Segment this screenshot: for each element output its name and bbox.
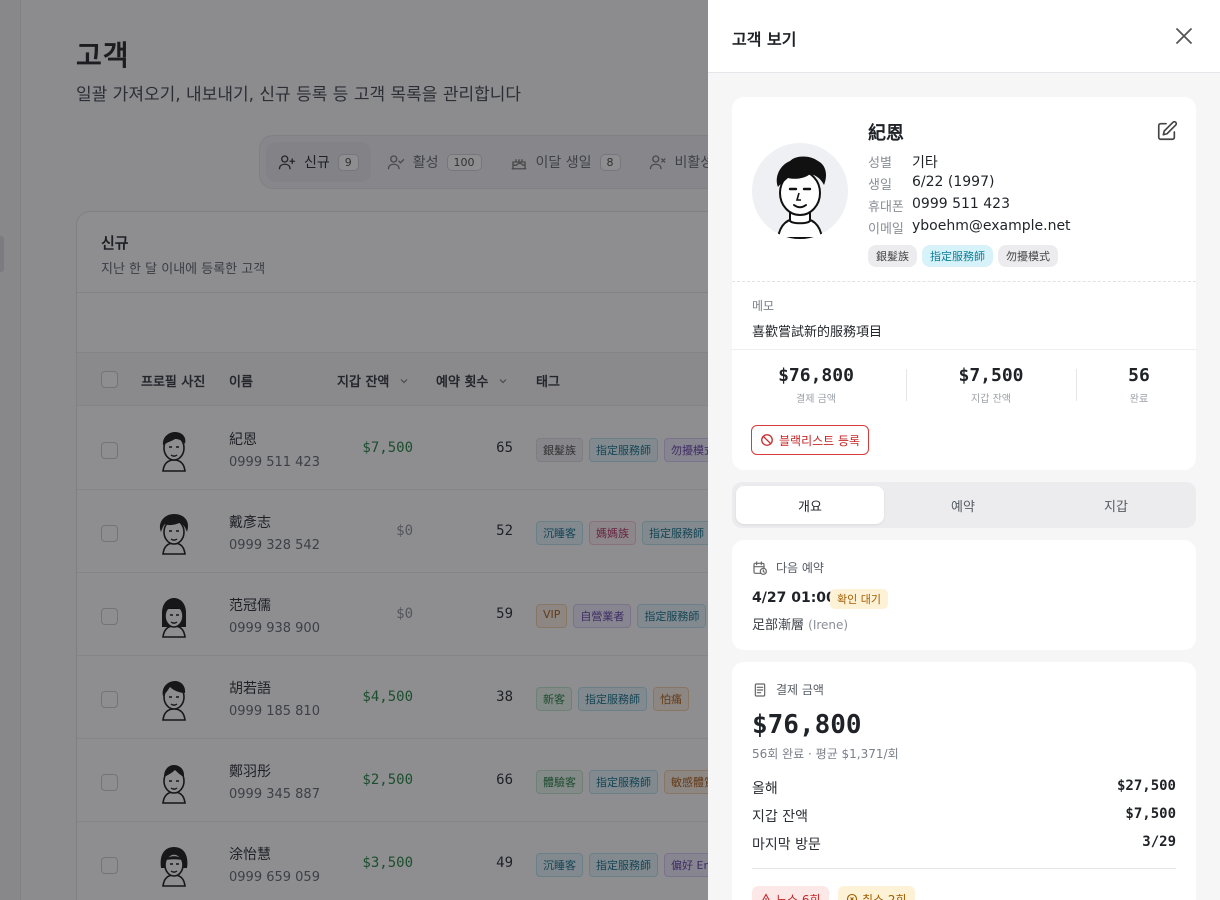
- section-title: 다음 예약: [776, 561, 824, 575]
- info-label: 생일: [868, 178, 892, 193]
- no-show-label: 노쇼 6회: [776, 892, 821, 900]
- info-label: 이메일: [868, 222, 904, 237]
- stat-value: 56: [1128, 365, 1150, 386]
- payment-row-wallet: 지갑 잔액 $7,500: [752, 806, 1176, 826]
- info-label: 성별: [868, 156, 892, 171]
- stat-label: 지갑 잔액: [971, 394, 1011, 405]
- cancel-label: 취소 2회: [862, 892, 907, 900]
- avatar: [752, 143, 848, 239]
- blacklist-label: 블랙리스트 등록: [779, 433, 861, 448]
- ban-icon: [761, 434, 773, 446]
- x-circle-icon: [846, 893, 858, 900]
- info-email: 이메일 yboehm@example.net: [868, 218, 1071, 237]
- tab-wallet[interactable]: 지갑: [1042, 486, 1190, 524]
- blacklist-button[interactable]: 블랙리스트 등록: [751, 425, 870, 455]
- row-label: 올해: [752, 781, 778, 797]
- tag: 銀髮族: [868, 245, 917, 267]
- appointment-service: 足部漸層 (Irene): [752, 614, 848, 633]
- warning-icon: [762, 893, 770, 900]
- no-show-badge: 노쇼 6회: [752, 886, 829, 900]
- cancel-badge: 취소 2회: [838, 886, 915, 900]
- info-value: 0999 511 423: [912, 196, 1010, 212]
- payment-card: 결제 금액 $76,800 56회 완료 · 평균 $1,371/회 올해 $2…: [732, 662, 1196, 900]
- next-appointment-card[interactable]: 다음 예약 4/27 01:00 확인 대기 足部漸層 (Irene): [732, 540, 1196, 650]
- stat-wallet: $7,500 지갑 잔액: [906, 365, 1076, 405]
- section-title: 결제 금액: [776, 683, 824, 697]
- edit-icon[interactable]: [1156, 120, 1178, 142]
- info-birthday: 생일 6/22 (1997): [868, 174, 994, 193]
- memo-label: 메모: [752, 299, 775, 313]
- info-phone: 휴대폰 0999 511 423: [868, 196, 1010, 215]
- drawer-title: 고객 보기: [732, 30, 797, 49]
- divider: [752, 868, 1176, 869]
- drawer-header: 고객 보기: [708, 0, 1220, 73]
- row-value: 3/29: [1142, 834, 1176, 850]
- stat-completed: 56 완료: [1076, 365, 1202, 405]
- info-gender: 성별 기타: [868, 152, 938, 172]
- service-name: 足部漸層: [752, 618, 805, 633]
- status-badge: 확인 대기: [830, 589, 888, 609]
- stat-label: 완료: [1129, 394, 1149, 405]
- info-value: 6/22 (1997): [912, 174, 995, 190]
- appointment-time: 4/27 01:00: [752, 590, 836, 606]
- memo-text: 喜歡嘗試新的服務項目: [752, 325, 883, 340]
- payment-row-year: 올해 $27,500: [752, 778, 1176, 798]
- divider: [732, 349, 1196, 350]
- customer-stats: $76,800 결제 금액 $7,500 지갑 잔액 56 완료: [732, 359, 1196, 405]
- stat-label: 결제 금액: [796, 394, 836, 405]
- drawer-tabs: 개요 예약 지갑: [732, 482, 1196, 528]
- modal-backdrop[interactable]: [0, 0, 708, 900]
- customer-name: 紀恩: [868, 123, 904, 144]
- payment-total: $76,800: [752, 710, 862, 740]
- customer-drawer: 고객 보기 紀恩 성별 기타 생일 6/22 (1997) 휴대폰 0999 5…: [708, 0, 1220, 900]
- tab-appointments[interactable]: 예약: [889, 486, 1037, 524]
- info-value: yboehm@example.net: [912, 218, 1071, 234]
- profile-card: 紀恩 성별 기타 생일 6/22 (1997) 휴대폰 0999 511 423…: [732, 97, 1196, 470]
- stat-paid: $76,800 결제 금액: [732, 365, 900, 405]
- row-value: $7,500: [1125, 806, 1176, 822]
- stat-value: $76,800: [778, 365, 854, 386]
- info-value: 기타: [912, 155, 938, 171]
- tab-overview[interactable]: 개요: [736, 486, 884, 524]
- customer-tags: 銀髮族 指定服務師 勿擾模式: [868, 245, 1058, 267]
- tag: 指定服務師: [922, 245, 993, 267]
- row-label: 마지막 방문: [752, 837, 821, 853]
- row-label: 지갑 잔액: [752, 809, 808, 825]
- row-value: $27,500: [1116, 778, 1176, 794]
- tag: 勿擾模式: [998, 245, 1058, 267]
- payment-row-last-visit: 마지막 방문 3/29: [752, 834, 1176, 854]
- section-heading: 다음 예약: [752, 559, 824, 576]
- divider: [732, 281, 1196, 282]
- receipt-icon: [754, 682, 766, 697]
- info-label: 휴대폰: [868, 200, 904, 215]
- section-heading: 결제 금액: [752, 681, 824, 698]
- calendar-clock-icon: [753, 560, 767, 575]
- payment-summary: 56회 완료 · 평균 $1,371/회: [752, 747, 899, 761]
- close-icon[interactable]: [1172, 24, 1196, 48]
- staff-name: (Irene): [808, 618, 849, 632]
- stat-value: $7,500: [958, 365, 1024, 386]
